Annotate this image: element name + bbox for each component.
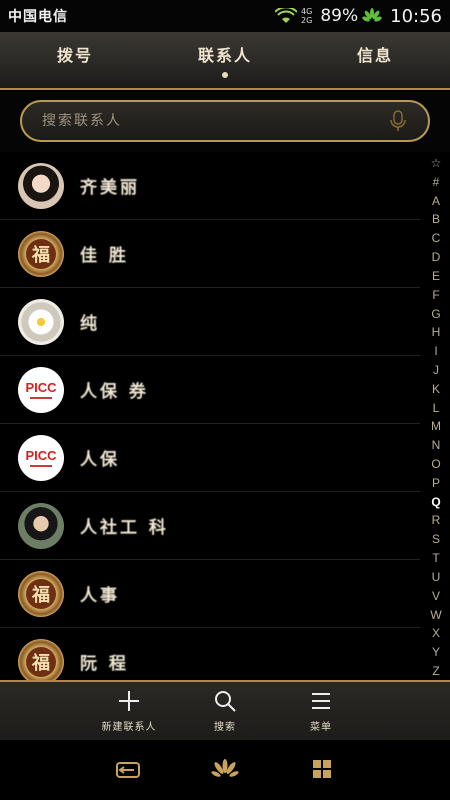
contact-row[interactable]: PICC 人保 <box>0 424 420 492</box>
picc-logo-line <box>30 396 52 399</box>
index-letter[interactable]: O <box>431 457 440 471</box>
index-letter[interactable]: ☆ <box>431 156 442 170</box>
bottom-action-bar: 新建联系人 搜索 菜单 <box>0 680 450 740</box>
search-icon <box>215 691 236 712</box>
tab-active-indicator <box>222 72 228 78</box>
avatar: 福 <box>18 638 64 680</box>
search-button[interactable]: 搜索 <box>177 682 273 740</box>
index-letter[interactable]: C <box>432 231 441 245</box>
status-bar: 中国电信 4G 2G 89% 10:56 <box>0 0 450 32</box>
search-bar[interactable] <box>20 100 430 142</box>
index-letter[interactable]: R <box>432 513 441 527</box>
tab-bar: 拨号 联系人 信息 <box>0 32 450 90</box>
wifi-icon <box>275 8 298 23</box>
index-letter[interactable]: G <box>431 307 440 321</box>
avatar: 福 <box>18 230 64 277</box>
contact-name: 人保 <box>80 450 120 470</box>
index-letter[interactable]: # <box>433 175 440 189</box>
index-letter[interactable]: V <box>432 589 440 603</box>
avatar: 福 <box>18 570 64 617</box>
home-icon[interactable] <box>211 758 239 782</box>
index-letter[interactable]: U <box>432 570 441 584</box>
net-2g-label: 2G <box>301 16 313 25</box>
index-letter[interactable]: K <box>432 382 440 396</box>
alphabet-index[interactable]: ☆ # A B C D E F G H I J K L M N O P Q R S T U V W X Y Z <box>422 156 450 678</box>
contact-name: 佳 胜 <box>80 246 129 266</box>
index-letter[interactable]: I <box>434 344 437 358</box>
index-letter[interactable]: T <box>432 551 439 565</box>
menu-button[interactable]: 菜单 <box>273 682 369 740</box>
search-label: 搜索 <box>214 722 236 733</box>
plus-icon <box>119 691 139 711</box>
back-icon[interactable] <box>114 758 142 782</box>
picc-logo-line <box>30 464 52 467</box>
battery-percent: 89% <box>320 6 359 26</box>
avatar <box>18 298 64 345</box>
recent-apps-icon[interactable] <box>308 758 336 782</box>
picc-logo-text: PICC <box>25 379 57 395</box>
new-contact-button[interactable]: 新建联系人 <box>81 682 177 740</box>
contact-row[interactable]: 福 阮 程 <box>0 628 420 680</box>
huawei-logo-icon <box>362 8 382 22</box>
contact-name: 人社工 科 <box>80 518 169 538</box>
index-letter[interactable]: X <box>432 626 440 640</box>
index-letter[interactable]: Z <box>432 664 439 678</box>
index-letter[interactable]: D <box>432 250 441 264</box>
index-letter[interactable]: H <box>432 325 441 339</box>
contact-name: 纯 <box>80 314 100 334</box>
index-letter[interactable]: A <box>432 194 440 208</box>
contact-row[interactable]: 人社工 科 <box>0 492 420 560</box>
fu-character: 福 <box>26 578 56 609</box>
network-indicator: 4G 2G <box>301 7 312 25</box>
new-contact-label: 新建联系人 <box>101 722 157 733</box>
tab-dialer[interactable]: 拨号 <box>0 32 150 88</box>
search-area <box>0 92 450 152</box>
index-letter[interactable]: W <box>430 608 441 622</box>
carrier-name: 中国电信 <box>8 9 68 25</box>
contact-name: 齐美丽 <box>80 178 140 198</box>
contact-name: 人事 <box>80 586 120 606</box>
avatar <box>18 162 64 209</box>
index-letter[interactable]: N <box>432 438 441 452</box>
index-letter[interactable]: L <box>433 401 440 415</box>
avatar <box>18 502 64 549</box>
index-letter[interactable]: E <box>432 269 440 283</box>
menu-label: 菜单 <box>310 722 332 733</box>
index-letter[interactable]: J <box>433 363 439 377</box>
avatar: PICC <box>18 366 64 413</box>
tab-messages-label: 信息 <box>356 46 393 65</box>
tab-messages[interactable]: 信息 <box>300 32 450 88</box>
avatar: PICC <box>18 434 64 481</box>
contact-row[interactable]: 齐美丽 <box>0 152 420 220</box>
tab-contacts[interactable]: 联系人 <box>150 32 300 88</box>
index-letter[interactable]: P <box>432 476 440 490</box>
contact-name: 人保 券 <box>80 382 149 402</box>
contact-row[interactable]: 福 人事 <box>0 560 420 628</box>
tab-dialer-label: 拨号 <box>56 46 93 65</box>
contact-row[interactable]: 纯 <box>0 288 420 356</box>
contact-row[interactable]: 福 佳 胜 <box>0 220 420 288</box>
net-4g-label: 4G <box>301 7 313 16</box>
picc-logo-text: PICC <box>25 447 57 463</box>
index-letter[interactable]: F <box>432 288 439 302</box>
contact-name: 阮 程 <box>80 654 129 674</box>
index-letter[interactable]: Y <box>432 645 440 659</box>
clock: 10:56 <box>390 5 442 27</box>
contact-row[interactable]: PICC 人保 券 <box>0 356 420 424</box>
menu-icon <box>312 693 330 709</box>
index-letter[interactable]: M <box>431 419 441 433</box>
search-input[interactable] <box>42 113 388 129</box>
index-letter[interactable]: Q <box>431 495 440 509</box>
navigation-bar <box>0 740 450 800</box>
microphone-icon[interactable] <box>388 109 408 133</box>
fu-character: 福 <box>26 646 56 677</box>
tab-contacts-label: 联系人 <box>197 46 252 65</box>
fu-character: 福 <box>26 238 56 269</box>
contact-list: 齐美丽 福 佳 胜 纯 PICC 人保 券 PICC 人保 人社工 科 福 人事… <box>0 152 420 680</box>
index-letter[interactable]: S <box>432 532 440 546</box>
index-letter[interactable]: B <box>432 212 440 226</box>
